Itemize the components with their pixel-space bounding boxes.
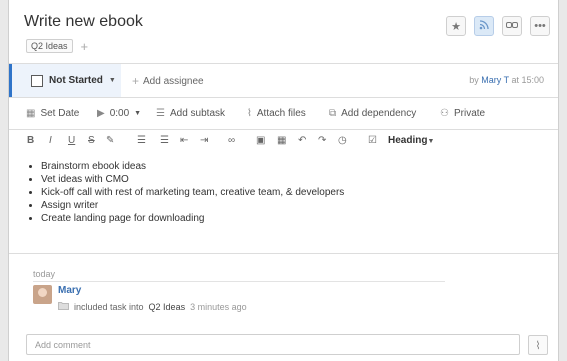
highlight-icon[interactable]: ✎ bbox=[106, 135, 114, 146]
description-list: Brainstorm ebook ideas Vet ideas with CM… bbox=[29, 160, 344, 225]
link-button[interactable] bbox=[502, 16, 522, 36]
activity-line: included task into Q2 Ideas 3 minutes ag… bbox=[58, 301, 247, 312]
list-item: Vet ideas with CMO bbox=[41, 173, 344, 186]
subtask-icon: ☰ bbox=[156, 107, 165, 119]
numbered-list-icon[interactable]: ☰ bbox=[137, 135, 146, 146]
timer-button[interactable]: ▶ 0:00 ▼ bbox=[97, 108, 141, 119]
calendar-icon: ▦ bbox=[26, 107, 36, 119]
share-icon: ⚇ bbox=[440, 107, 449, 119]
attach-comment-button[interactable]: ⌇ bbox=[528, 335, 548, 355]
paperclip-icon: ⌇ bbox=[535, 339, 541, 352]
add-assignee-button[interactable]: + Add assignee bbox=[132, 74, 204, 88]
clock-icon[interactable]: ◷ bbox=[338, 135, 347, 146]
author-byline: by Mary T at 15:00 bbox=[469, 75, 544, 85]
add-subtask-button[interactable]: ☰ Add subtask bbox=[156, 108, 225, 119]
chevron-down-icon: ▼ bbox=[134, 109, 142, 117]
more-icon: ••• bbox=[534, 20, 546, 32]
bold-button[interactable]: B bbox=[27, 135, 34, 146]
task-title[interactable]: Write new ebook bbox=[24, 13, 143, 31]
chevron-down-icon: ▼ bbox=[427, 138, 435, 145]
activity-project[interactable]: Q2 Ideas bbox=[149, 302, 186, 312]
play-icon: ▶ bbox=[97, 107, 105, 119]
status-dropdown[interactable]: Not Started ▼ bbox=[9, 64, 121, 97]
activity-body: Mary included task into Q2 Ideas 3 minut… bbox=[58, 285, 247, 312]
list-item: Brainstorm ebook ideas bbox=[41, 160, 344, 173]
undo-icon[interactable]: ↶ bbox=[298, 135, 306, 146]
divider bbox=[33, 281, 445, 282]
chevron-down-icon: ▼ bbox=[108, 77, 116, 84]
set-date-label: Set Date bbox=[40, 107, 80, 119]
complete-checkbox[interactable] bbox=[31, 74, 43, 87]
activity-time: 3 minutes ago bbox=[190, 301, 247, 312]
activity-user[interactable]: Mary bbox=[58, 285, 247, 297]
top-actions: ★ ••• bbox=[446, 16, 550, 36]
rss-icon bbox=[479, 19, 489, 33]
folder-tag[interactable]: Q2 Ideas bbox=[26, 39, 73, 53]
divider bbox=[9, 253, 558, 254]
add-tag-icon[interactable]: + bbox=[81, 40, 89, 53]
format-toolbar: B I U S ✎ ☰ ☰ ⇤ ⇥ ∞ ▣ ▦ ↶ ↷ ◷ ☑ Heading▼ bbox=[9, 130, 558, 154]
link-icon bbox=[506, 20, 518, 32]
private-label: Private bbox=[453, 107, 486, 119]
link-icon[interactable]: ∞ bbox=[228, 135, 235, 146]
heading-dropdown[interactable]: Heading▼ bbox=[388, 135, 434, 146]
list-item: Kick-off call with rest of marketing tea… bbox=[41, 186, 344, 199]
by-time: at 15:00 bbox=[511, 75, 544, 85]
indent-icon[interactable]: ⇥ bbox=[200, 135, 208, 146]
attach-files-label: Attach files bbox=[256, 107, 306, 119]
underline-button[interactable]: U bbox=[68, 135, 75, 146]
image-icon[interactable]: ▣ bbox=[256, 135, 265, 146]
bulleted-list-icon[interactable]: ☰ bbox=[160, 135, 169, 146]
heading-label: Heading bbox=[388, 135, 428, 146]
tag-row: Q2 Ideas + bbox=[26, 39, 88, 53]
add-assignee-label: Add assignee bbox=[143, 75, 204, 87]
outdent-icon[interactable]: ⇤ bbox=[180, 135, 188, 146]
list-item: Create landing page for downloading bbox=[41, 212, 344, 225]
private-button[interactable]: ⚇ Private bbox=[440, 108, 485, 119]
star-button[interactable]: ★ bbox=[446, 16, 466, 36]
redo-icon[interactable]: ↷ bbox=[318, 135, 326, 146]
avatar bbox=[33, 285, 52, 304]
italic-button[interactable]: I bbox=[49, 135, 52, 146]
status-label: Not Started bbox=[49, 75, 103, 86]
task-panel: Write new ebook Q2 Ideas + ★ ••• Not Sta… bbox=[8, 0, 559, 361]
add-subtask-label: Add subtask bbox=[169, 107, 226, 119]
plus-icon: + bbox=[132, 74, 140, 88]
rss-button[interactable] bbox=[474, 16, 494, 36]
add-dependency-button[interactable]: ⧉ Add dependency bbox=[329, 108, 416, 119]
activity-day: today bbox=[33, 269, 56, 279]
dependency-icon: ⧉ bbox=[329, 107, 337, 119]
more-button[interactable]: ••• bbox=[530, 16, 550, 36]
task-toolbar: ▦ Set Date ▶ 0:00 ▼ ☰ Add subtask ⌇ Atta… bbox=[9, 97, 558, 130]
star-icon: ★ bbox=[451, 20, 461, 33]
checklist-icon[interactable]: ☑ bbox=[368, 135, 377, 146]
activity-action: included task into bbox=[74, 301, 144, 312]
set-date-button[interactable]: ▦ Set Date bbox=[26, 108, 79, 119]
list-item: Assign writer bbox=[41, 199, 344, 212]
table-icon[interactable]: ▦ bbox=[277, 135, 286, 146]
attach-files-button[interactable]: ⌇ Attach files bbox=[247, 108, 306, 119]
task-description[interactable]: Brainstorm ebook ideas Vet ideas with CM… bbox=[29, 160, 344, 225]
timer-label: 0:00 bbox=[109, 107, 130, 119]
author-name[interactable]: Mary T bbox=[481, 75, 509, 85]
add-dependency-label: Add dependency bbox=[341, 107, 417, 119]
strikethrough-button[interactable]: S bbox=[88, 135, 95, 146]
activity-entry: Mary included task into Q2 Ideas 3 minut… bbox=[33, 285, 247, 312]
paperclip-icon: ⌇ bbox=[247, 107, 252, 119]
status-row: Not Started ▼ + Add assignee by Mary T a… bbox=[9, 63, 558, 98]
folder-icon bbox=[58, 301, 69, 312]
comment-input[interactable]: Add comment bbox=[26, 334, 520, 355]
by-prefix: by bbox=[469, 75, 479, 85]
